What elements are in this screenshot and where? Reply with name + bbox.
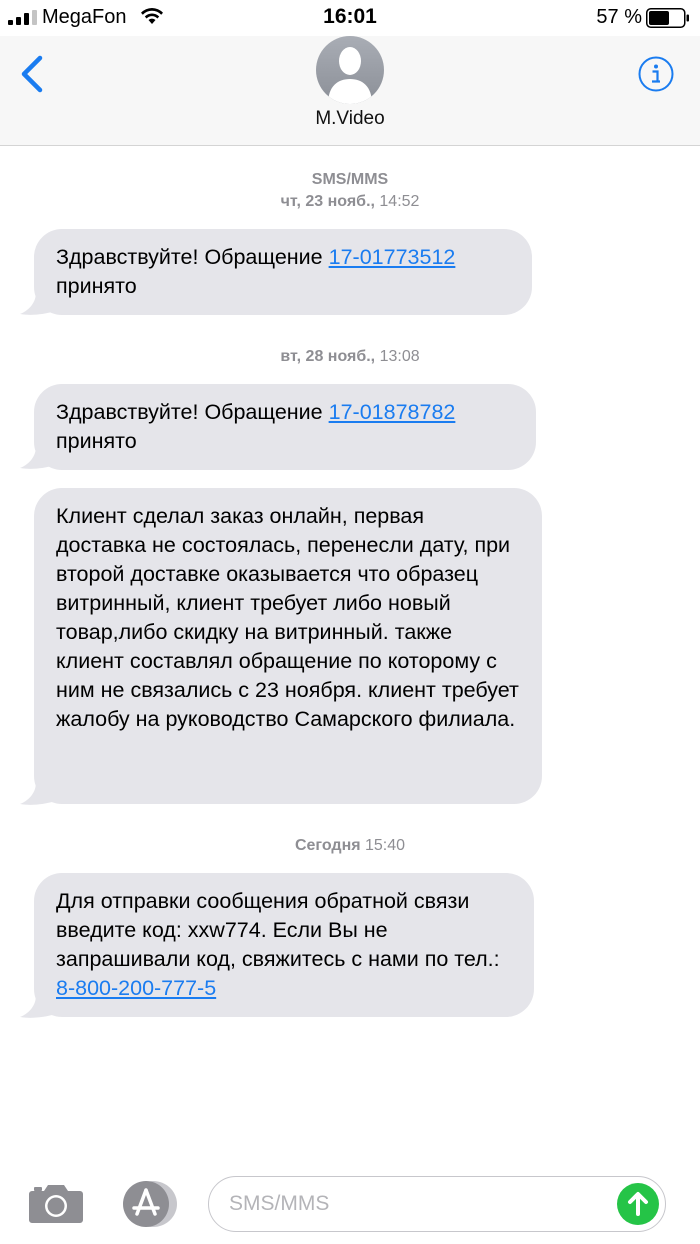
clock: 16:01 [323, 5, 377, 28]
timestamp: чт, 23 нояб., 14:52 [280, 193, 420, 210]
case-number-link[interactable]: 17-01773512 [329, 245, 456, 269]
message-bubble[interactable]: Для отправки сообщения обратной связи вв… [34, 873, 534, 1017]
contact-avatar[interactable] [316, 36, 384, 104]
phone-number-link[interactable]: 8-800-200-777-5 [56, 976, 216, 1000]
timestamp: вт, 28 нояб., 13:08 [280, 348, 420, 365]
arrow-up-icon [628, 1192, 648, 1216]
message-bubble[interactable]: Клиент сделал заказ онлайн, первая доста… [34, 488, 542, 804]
message-bubble[interactable]: Здравствуйте! Обращение 17-01773512 прин… [34, 229, 532, 315]
message-bubble[interactable]: Здравствуйте! Обращение 17-01878782 прин… [34, 384, 536, 470]
composer-bar [0, 1170, 700, 1244]
battery-icon [646, 8, 689, 28]
chevron-left-icon[interactable] [18, 54, 48, 94]
timestamp: Сегодня 15:40 [294, 837, 406, 854]
message-input[interactable] [229, 1189, 609, 1219]
case-number-link[interactable]: 17-01878782 [329, 400, 456, 424]
conversation-header: M.Video [0, 36, 700, 146]
contact-name[interactable]: M.Video [0, 108, 700, 130]
send-button[interactable] [617, 1183, 659, 1225]
app-store-icon[interactable] [118, 1180, 180, 1228]
status-bar: MegaFon 16:01 57 % [0, 0, 700, 36]
message-input-field[interactable] [208, 1176, 666, 1232]
info-icon[interactable] [638, 56, 674, 92]
camera-icon[interactable] [28, 1182, 84, 1224]
service-label: SMS/MMS [311, 171, 389, 188]
person-silhouette-icon [328, 47, 372, 104]
battery-percentage: 57 % [596, 6, 642, 28]
